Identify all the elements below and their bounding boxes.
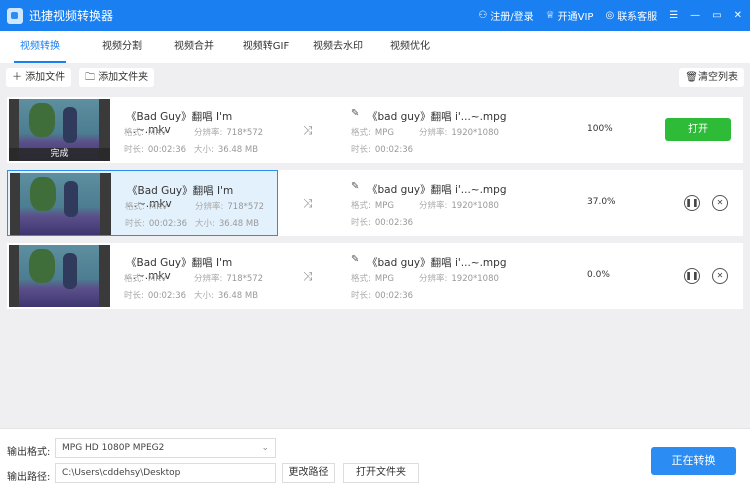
plus-icon: ＋ [12,72,22,83]
source-duration: 时长: 00:02:36 [124,145,187,155]
support-button[interactable]: ◎ 联系客服 [605,8,657,23]
trash-icon: 🗑 [685,72,698,83]
source-format: 格式: MKV [124,128,167,138]
pause-icon[interactable]: ❚❚ [684,268,700,284]
minimize-button[interactable]: — [690,10,700,21]
tab-video-merge[interactable]: 视频合并 [158,31,230,63]
video-thumbnail [9,245,110,307]
output-format: 格式: MPG [351,201,394,211]
chevron-down-icon: ⌄ [261,443,269,453]
add-file-button[interactable]: ＋ 添加文件 [6,68,72,87]
progress-text: 37.0% [587,197,616,207]
menu-icon[interactable]: ☰ [669,10,678,21]
source-size: 大小: 36.48 MB [194,145,259,155]
progress-text: 100% [587,124,613,134]
toolbar: ＋ 添加文件 🗀 添加文件夹 🗑清空列表 [0,63,750,93]
login-button[interactable]: ⚇ 注册/登录 [478,8,533,23]
convert-button[interactable]: 正在转换 [651,447,736,475]
edit-pencil-icon[interactable]: ✎ [351,108,359,119]
close-button[interactable]: ✕ [734,10,742,21]
output-filename: 《bad guy》翻唱 i'...~.mpg [367,257,507,269]
tab-video-split[interactable]: 视频分割 [86,31,158,63]
output-path-input[interactable]: C:\Users\cddehsy\Desktop [55,463,276,483]
done-label: 完成 [9,148,110,161]
open-button[interactable]: 打开 [665,118,731,141]
progress-text: 0.0% [587,270,610,280]
output-format-label: 输出格式: [7,447,51,458]
output-path-label: 输出路径: [7,472,51,483]
shuffle-icon: ⤨ [303,196,313,210]
list-item[interactable]: 《Bad Guy》翻唱 I'm ...~.mkv 格式: MKV 分辨率: 718*… [7,170,743,236]
source-info: 《Bad Guy》翻唱 I'm ...~.mkv 格式: MKV 分辨率: 718*… [7,170,278,236]
edit-pencil-icon[interactable]: ✎ [351,181,359,192]
add-folder-button[interactable]: 🗀 添加文件夹 [79,68,155,87]
shuffle-icon: ⤨ [303,123,313,137]
app-logo-icon [7,7,23,24]
change-path-button[interactable]: 更改路径 [282,463,335,483]
source-format: 格式: MKV [125,202,168,212]
user-icon: ⚇ [478,10,488,21]
title-bar: 迅捷视频转换器 ⚇ 注册/登录 ♕ 开通VIP ◎ 联系客服 ☰ — ▭ ✕ [0,0,750,31]
source-info: 完成 《Bad Guy》翻唱 I'm ...~.mkv 格式: MKV 分辨率: 7… [7,97,278,163]
tab-video-to-gif[interactable]: 视频转GIF [230,31,302,63]
shuffle-icon: ⤨ [303,269,313,283]
output-resolution: 分辨率: 1920*1080 [419,274,499,284]
chat-icon: ◎ [605,10,615,21]
cancel-icon[interactable]: ✕ [712,195,728,211]
folder-icon: 🗀 [85,72,95,83]
open-folder-button[interactable]: 打开文件夹 [343,463,419,483]
source-format: 格式: MKV [124,274,167,284]
tab-video-optimize[interactable]: 视频优化 [374,31,446,63]
source-info: 《Bad Guy》翻唱 I'm ...~.mkv 格式: MKV 分辨率: 718*… [7,243,278,309]
source-resolution: 分辨率: 718*572 [195,202,265,212]
source-resolution: 分辨率: 718*572 [194,274,264,284]
list-item[interactable]: 《Bad Guy》翻唱 I'm ...~.mkv 格式: MKV 分辨率: 718*… [7,243,743,309]
output-duration: 时长: 00:02:36 [351,291,414,301]
source-duration: 时长: 00:02:36 [124,291,187,301]
pause-icon[interactable]: ❚❚ [684,195,700,211]
video-thumbnail: 完成 [9,99,110,161]
output-format: 格式: MPG [351,128,394,138]
output-filename: 《bad guy》翻唱 i'...~.mpg [367,184,507,196]
output-duration: 时长: 00:02:36 [351,145,414,155]
output-format-select[interactable]: MPG HD 1080P MPEG2 ⌄ [55,438,276,458]
tab-bar: 视频转换 视频分割 视频合并 视频转GIF 视频去水印 视频优化 [0,31,750,63]
video-thumbnail [10,173,111,235]
source-duration: 时长: 00:02:36 [125,219,188,229]
crown-icon: ♕ [545,10,555,21]
source-size: 大小: 36.48 MB [195,219,260,229]
tab-video-convert[interactable]: 视频转换 [14,31,66,63]
output-filename: 《bad guy》翻唱 i'...~.mpg [367,111,507,123]
output-panel: 输出格式: MPG HD 1080P MPEG2 ⌄ 输出路径: C:\Users… [0,428,750,493]
app-title: 迅捷视频转换器 [29,9,114,23]
list-item[interactable]: 完成 《Bad Guy》翻唱 I'm ...~.mkv 格式: MKV 分辨率: 7… [7,97,743,163]
vip-button[interactable]: ♕ 开通VIP [546,8,594,23]
output-duration: 时长: 00:02:36 [351,218,414,228]
source-resolution: 分辨率: 718*572 [194,128,264,138]
clear-list-button[interactable]: 🗑清空列表 [679,68,744,87]
source-size: 大小: 36.48 MB [194,291,259,301]
edit-pencil-icon[interactable]: ✎ [351,254,359,265]
output-resolution: 分辨率: 1920*1080 [419,128,499,138]
tab-remove-watermark[interactable]: 视频去水印 [302,31,374,63]
cancel-icon[interactable]: ✕ [712,268,728,284]
output-format: 格式: MPG [351,274,394,284]
maximize-button[interactable]: ▭ [712,10,721,21]
output-resolution: 分辨率: 1920*1080 [419,201,499,211]
